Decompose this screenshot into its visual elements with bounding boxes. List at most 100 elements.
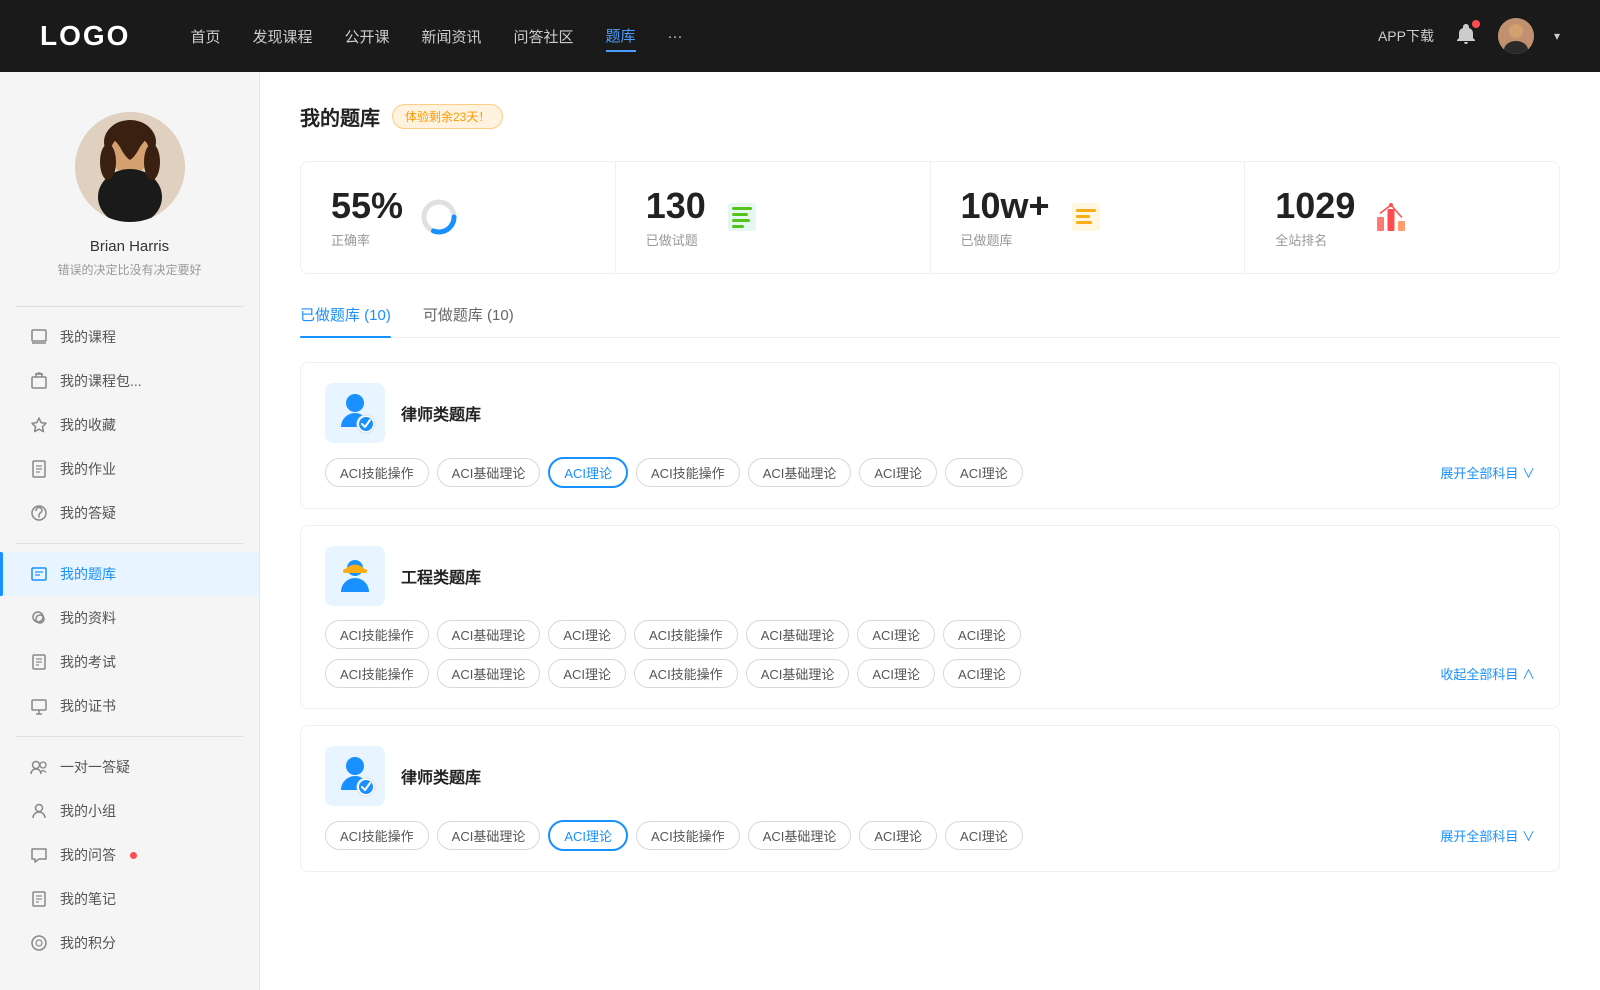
qbank-header-0: 律师类题库	[325, 383, 1535, 443]
tag-1-6[interactable]: ACI理论	[943, 620, 1021, 649]
tag-0-0[interactable]: ACI技能操作	[325, 458, 429, 487]
tag-2-1[interactable]: ACI基础理论	[437, 821, 541, 850]
sidebar-menu: 我的课程 我的课程包... 我的收藏 我的作业	[0, 315, 259, 965]
user-motto: 错误的决定比没有决定要好	[57, 261, 201, 278]
tag-1-e5[interactable]: ACI理论	[857, 659, 935, 688]
tab-available-banks[interactable]: 可做题库 (10)	[423, 304, 514, 337]
tag-2-2[interactable]: ACI理论	[548, 820, 628, 851]
stat-value-banks: 10w+	[961, 186, 1050, 226]
sidebar-item-package[interactable]: 我的课程包...	[0, 359, 259, 403]
one-on-one-icon	[30, 758, 48, 776]
tag-0-5[interactable]: ACI理论	[859, 458, 937, 487]
stat-value-rank: 1029	[1275, 186, 1355, 226]
tag-1-3[interactable]: ACI技能操作	[634, 620, 738, 649]
sidebar-label-material: 我的资料	[60, 608, 116, 628]
sidebar-item-material[interactable]: 我的资料	[0, 596, 259, 640]
tag-0-3[interactable]: ACI技能操作	[636, 458, 740, 487]
tag-2-5[interactable]: ACI理论	[859, 821, 937, 850]
stat-info-rank: 1029 全站排名	[1275, 186, 1355, 249]
page-title: 我的题库	[300, 102, 380, 131]
sidebar-item-one-on-one[interactable]: 一对一答疑	[0, 745, 259, 789]
tabs-row: 已做题库 (10) 可做题库 (10)	[300, 304, 1560, 338]
tags-row-1: ACI技能操作 ACI基础理论 ACI理论 ACI技能操作 ACI基础理论 AC…	[325, 620, 1535, 649]
qbank-item-2: 律师类题库 ACI技能操作 ACI基础理论 ACI理论 ACI技能操作 ACI基…	[300, 725, 1560, 872]
tag-1-e4[interactable]: ACI基础理论	[746, 659, 850, 688]
tag-0-2[interactable]: ACI理论	[548, 457, 628, 488]
sidebar-label-exam: 我的考试	[60, 652, 116, 672]
nav-news[interactable]: 新闻资讯	[422, 22, 482, 51]
tag-1-e2[interactable]: ACI理论	[548, 659, 626, 688]
tag-1-e1[interactable]: ACI基础理论	[437, 659, 541, 688]
sidebar-item-course[interactable]: 我的课程	[0, 315, 259, 359]
nav-home[interactable]: 首页	[190, 22, 220, 51]
stat-value-done: 130	[646, 186, 706, 226]
sidebar-label-group: 我的小组	[60, 801, 116, 821]
user-avatar-nav[interactable]	[1498, 18, 1534, 54]
stat-icon-rate	[419, 197, 459, 237]
nav-qbank[interactable]: 题库	[606, 21, 636, 52]
tags-row-2: ACI技能操作 ACI基础理论 ACI理论 ACI技能操作 ACI基础理论 AC…	[325, 820, 1535, 851]
navbar: LOGO 首页 发现课程 公开课 新闻资讯 问答社区 题库 ··· APP下载	[0, 0, 1600, 72]
tag-1-4[interactable]: ACI基础理论	[746, 620, 850, 649]
nav-qa[interactable]: 问答社区	[514, 22, 574, 51]
sidebar-item-notes[interactable]: 我的笔记	[0, 877, 259, 921]
tab-done-banks[interactable]: 已做题库 (10)	[300, 304, 391, 337]
sidebar-label-points: 我的积分	[60, 933, 116, 953]
nav-more[interactable]: ···	[668, 24, 683, 49]
tag-0-1[interactable]: ACI基础理论	[437, 458, 541, 487]
tag-1-e0[interactable]: ACI技能操作	[325, 659, 429, 688]
notes-icon	[30, 890, 48, 908]
nav-menu: 首页 发现课程 公开课 新闻资讯 问答社区 题库 ···	[190, 21, 1338, 52]
sidebar-item-qbank[interactable]: 我的题库	[0, 552, 259, 596]
stat-rank: 1029 全站排名	[1245, 162, 1559, 273]
collapse-link-1[interactable]: 收起全部科目 ∧	[1440, 664, 1535, 683]
nav-open-course[interactable]: 公开课	[344, 22, 389, 51]
sidebar-item-favorite[interactable]: 我的收藏	[0, 403, 259, 447]
user-menu-chevron[interactable]: ▾	[1554, 29, 1560, 43]
qbank-title-1: 工程类题库	[401, 564, 481, 588]
sidebar-divider-top	[16, 306, 243, 307]
trial-badge: 体验剩余23天！	[392, 104, 503, 129]
tag-1-5[interactable]: ACI理论	[857, 620, 935, 649]
tag-1-1[interactable]: ACI基础理论	[437, 620, 541, 649]
sidebar-item-qa-mine[interactable]: 我的答疑	[0, 491, 259, 535]
sidebar-item-homework[interactable]: 我的作业	[0, 447, 259, 491]
notification-button[interactable]	[1454, 22, 1478, 51]
sidebar-label-notes: 我的笔记	[60, 889, 116, 909]
material-icon	[30, 609, 48, 627]
tag-2-4[interactable]: ACI基础理论	[748, 821, 852, 850]
sidebar-item-myqa[interactable]: 我的问答	[0, 833, 259, 877]
sidebar-label-course: 我的课程	[60, 327, 116, 347]
exam-icon	[30, 653, 48, 671]
sidebar: Brian Harris 错误的决定比没有决定要好 我的课程 我的课程包...	[0, 72, 260, 990]
sidebar-item-exam[interactable]: 我的考试	[0, 640, 259, 684]
sidebar-divider-mid	[16, 543, 243, 544]
stat-label-banks: 已做题库	[961, 230, 1050, 249]
sidebar-label-homework: 我的作业	[60, 459, 116, 479]
sidebar-label-qa-mine: 我的答疑	[60, 503, 116, 523]
sidebar-item-points[interactable]: 我的积分	[0, 921, 259, 965]
nav-discover[interactable]: 发现课程	[252, 22, 312, 51]
tag-1-e3[interactable]: ACI技能操作	[634, 659, 738, 688]
tag-0-4[interactable]: ACI基础理论	[748, 458, 852, 487]
myqa-icon	[30, 846, 48, 864]
tag-1-e6[interactable]: ACI理论	[943, 659, 1021, 688]
username: Brian Harris	[90, 238, 169, 255]
stat-info-done: 130 已做试题	[646, 186, 706, 249]
qbank-item-1: 工程类题库 ACI技能操作 ACI基础理论 ACI理论 ACI技能操作 ACI基…	[300, 525, 1560, 709]
app-download-button[interactable]: APP下载	[1378, 26, 1434, 46]
tags-row-0: ACI技能操作 ACI基础理论 ACI理论 ACI技能操作 ACI基础理论 AC…	[325, 457, 1535, 488]
tag-0-6[interactable]: ACI理论	[945, 458, 1023, 487]
tag-1-2[interactable]: ACI理论	[548, 620, 626, 649]
tag-2-6[interactable]: ACI理论	[945, 821, 1023, 850]
tag-1-0[interactable]: ACI技能操作	[325, 620, 429, 649]
tag-2-0[interactable]: ACI技能操作	[325, 821, 429, 850]
sidebar-item-cert[interactable]: 我的证书	[0, 684, 259, 728]
stat-done-questions: 130 已做试题	[616, 162, 931, 273]
qbank-list: 律师类题库 ACI技能操作 ACI基础理论 ACI理论 ACI技能操作 ACI基…	[300, 362, 1560, 888]
stat-icon-banks	[1066, 197, 1106, 237]
sidebar-item-group[interactable]: 我的小组	[0, 789, 259, 833]
tag-2-3[interactable]: ACI技能操作	[636, 821, 740, 850]
expand-link-0[interactable]: 展开全部科目 ∨	[1440, 463, 1535, 482]
expand-link-2[interactable]: 展开全部科目 ∨	[1440, 826, 1535, 845]
